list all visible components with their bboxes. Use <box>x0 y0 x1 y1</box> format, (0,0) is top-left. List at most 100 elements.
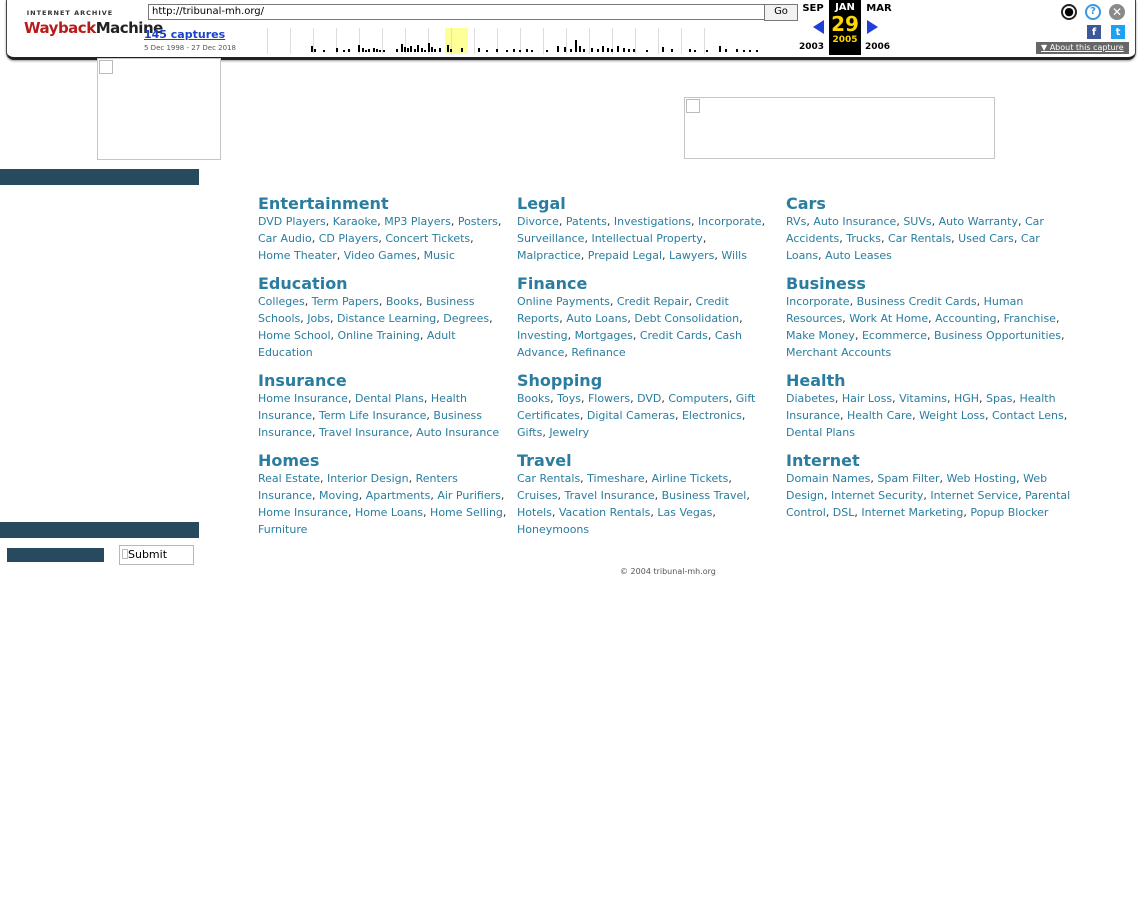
category-link[interactable]: Make Money <box>786 329 855 342</box>
category-link[interactable]: Hair Loss <box>842 392 892 405</box>
category-link[interactable]: Diabetes <box>786 392 835 405</box>
category-link[interactable]: Air Purifiers <box>437 489 501 502</box>
url-input[interactable] <box>148 4 766 20</box>
category-title[interactable]: Entertainment <box>258 195 508 213</box>
category-link[interactable]: Real Estate <box>258 472 320 485</box>
category-link[interactable]: Business Credit Cards <box>857 295 977 308</box>
category-link[interactable]: Apartments <box>366 489 431 502</box>
category-link[interactable]: Accounting <box>935 312 996 325</box>
category-title[interactable]: Internet <box>786 452 1078 470</box>
category-link[interactable]: Vitamins <box>899 392 947 405</box>
category-link[interactable]: Credit Repair <box>617 295 689 308</box>
category-link[interactable]: Popup Blocker <box>970 506 1048 519</box>
category-link[interactable]: Health Care <box>847 409 912 422</box>
category-link[interactable]: Domain Names <box>786 472 870 485</box>
category-link[interactable]: Home Loans <box>355 506 423 519</box>
category-link[interactable]: Home Insurance <box>258 506 348 519</box>
category-title[interactable]: Shopping <box>517 372 775 390</box>
category-link[interactable]: Travel Insurance <box>319 426 409 439</box>
category-link[interactable]: Ecommerce <box>862 329 927 342</box>
category-link[interactable]: Colleges <box>258 295 305 308</box>
category-link[interactable]: Las Vegas <box>657 506 712 519</box>
category-link[interactable]: Term Papers <box>312 295 379 308</box>
category-link[interactable]: Concert Tickets <box>385 232 470 245</box>
facebook-icon[interactable]: f <box>1087 25 1101 39</box>
category-link[interactable]: Home Insurance <box>258 392 348 405</box>
category-link[interactable]: Malpractice <box>517 249 581 262</box>
category-title[interactable]: Travel <box>517 452 775 470</box>
category-link[interactable]: Degrees <box>443 312 489 325</box>
category-link[interactable]: Lawyers <box>669 249 714 262</box>
category-link[interactable]: Intellectual Property <box>591 232 702 245</box>
category-link[interactable]: Jobs <box>307 312 330 325</box>
category-link[interactable]: Internet Security <box>831 489 923 502</box>
submit-button[interactable]: Submit <box>119 545 194 565</box>
category-link[interactable]: Business Travel <box>662 489 747 502</box>
category-link[interactable]: Incorporate <box>698 215 762 228</box>
help-icon[interactable]: ? <box>1085 4 1101 20</box>
category-link[interactable]: Cruises <box>517 489 557 502</box>
category-link[interactable]: Toys <box>557 392 581 405</box>
category-link[interactable]: Auto Leases <box>825 249 892 262</box>
category-link[interactable]: Music <box>424 249 455 262</box>
category-link[interactable]: Car Rentals <box>517 472 580 485</box>
category-link[interactable]: Car Rentals <box>888 232 951 245</box>
category-link[interactable]: Flowers <box>588 392 630 405</box>
category-link[interactable]: Mortgages <box>575 329 633 342</box>
category-link[interactable]: DVD <box>637 392 661 405</box>
category-title[interactable]: Insurance <box>258 372 508 390</box>
category-link[interactable]: Credit Cards <box>640 329 708 342</box>
category-link[interactable]: Used Cars <box>958 232 1014 245</box>
category-link[interactable]: Jewelry <box>549 426 589 439</box>
user-account-icon[interactable]: ● <box>1061 4 1077 20</box>
category-link[interactable]: Moving <box>319 489 359 502</box>
twitter-icon[interactable]: t <box>1111 25 1125 39</box>
category-link[interactable]: Timeshare <box>587 472 644 485</box>
category-link[interactable]: Trucks <box>846 232 881 245</box>
category-title[interactable]: Education <box>258 275 508 293</box>
wayback-logo[interactable]: INTERNET ARCHIVE WaybackMachine <box>24 9 163 43</box>
prev-year-label[interactable]: 2003 <box>799 42 824 52</box>
category-link[interactable]: Books <box>386 295 419 308</box>
category-link[interactable]: Karaoke <box>333 215 378 228</box>
search-input[interactable] <box>7 548 104 562</box>
category-link[interactable]: Airline Tickets <box>652 472 729 485</box>
category-link[interactable]: Work At Home <box>849 312 928 325</box>
next-year-label[interactable]: 2006 <box>865 42 890 52</box>
category-link[interactable]: Weight Loss <box>919 409 985 422</box>
category-link[interactable]: Hotels <box>517 506 552 519</box>
captures-link[interactable]: 145 captures <box>144 28 225 41</box>
category-link[interactable]: Investing <box>517 329 568 342</box>
category-link[interactable]: Travel Insurance <box>564 489 654 502</box>
category-link[interactable]: Merchant Accounts <box>786 346 891 359</box>
category-link[interactable]: DVD Players <box>258 215 326 228</box>
category-link[interactable]: Franchise <box>1004 312 1056 325</box>
category-link[interactable]: Web Hosting <box>947 472 1017 485</box>
about-capture-button[interactable]: ▼ About this capture <box>1036 42 1129 54</box>
category-title[interactable]: Finance <box>517 275 775 293</box>
go-button[interactable]: Go <box>764 4 798 21</box>
category-link[interactable]: Refinance <box>571 346 625 359</box>
category-link[interactable]: Interior Design <box>327 472 409 485</box>
category-link[interactable]: Video Games <box>344 249 417 262</box>
category-link[interactable]: SUVs <box>903 215 931 228</box>
category-link[interactable]: Online Training <box>338 329 420 342</box>
category-link[interactable]: Vacation Rentals <box>559 506 651 519</box>
category-title[interactable]: Legal <box>517 195 775 213</box>
category-link[interactable]: CD Players <box>319 232 379 245</box>
category-link[interactable]: Furniture <box>258 523 307 536</box>
category-link[interactable]: Term Life Insurance <box>319 409 426 422</box>
category-title[interactable]: Health <box>786 372 1078 390</box>
close-icon[interactable]: ✕ <box>1109 4 1125 20</box>
category-link[interactable]: Home Selling <box>430 506 503 519</box>
prev-month-label[interactable]: SEP <box>797 3 829 14</box>
category-link[interactable]: Home School <box>258 329 331 342</box>
category-link[interactable]: Auto Loans <box>566 312 627 325</box>
category-link[interactable]: Debt Consolidation <box>634 312 739 325</box>
category-link[interactable]: Dental Plans <box>355 392 424 405</box>
category-title[interactable]: Business <box>786 275 1078 293</box>
category-link[interactable]: Spas <box>986 392 1012 405</box>
next-month-label[interactable]: MAR <box>863 3 895 14</box>
category-link[interactable]: Divorce <box>517 215 559 228</box>
category-link[interactable]: Dental Plans <box>786 426 855 439</box>
